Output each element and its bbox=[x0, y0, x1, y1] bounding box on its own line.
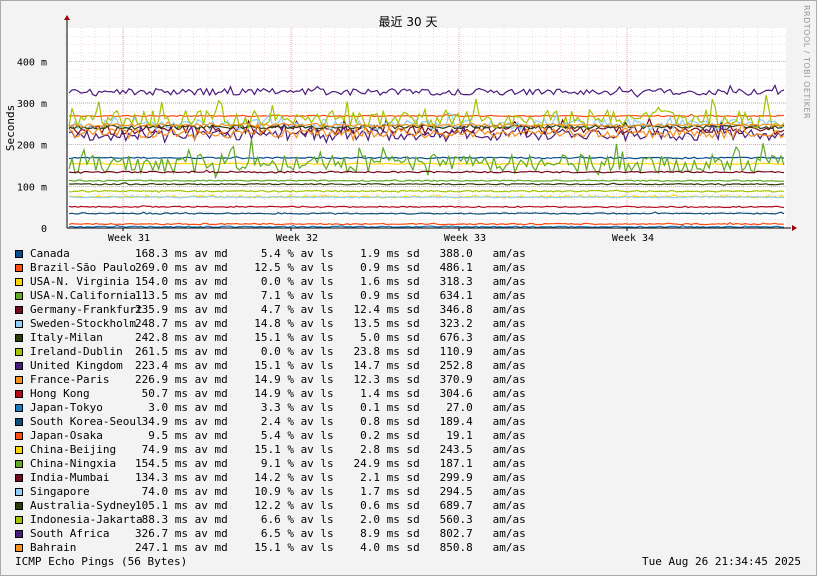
y-tick-label: 0 bbox=[41, 224, 47, 235]
legend-swatch bbox=[15, 306, 23, 314]
latency-chart: 0 100 m 200 m 300 m 400 m Week 31 Week 32 Week … bbox=[4, 15, 797, 244]
legend-series-name: Ireland-Dublin bbox=[30, 345, 123, 358]
y-axis-label: Seconds bbox=[4, 105, 17, 151]
legend-swatch bbox=[15, 334, 23, 342]
legend-series-stats: 235.9 ms av md 4.7 % av ls 12.4 ms sd 34… bbox=[135, 303, 526, 316]
legend-swatch bbox=[15, 292, 23, 300]
legend-series-name: Singapore bbox=[30, 485, 90, 498]
y-tick-label: 300 m bbox=[17, 99, 47, 110]
y-axis-arrow bbox=[64, 15, 70, 20]
legend-swatch bbox=[15, 348, 23, 356]
legend-swatch bbox=[15, 544, 23, 552]
legend-swatch bbox=[15, 390, 23, 398]
legend-series-name: USA-N.California bbox=[30, 289, 136, 302]
x-tick-label: Week 34 bbox=[612, 233, 654, 244]
y-tick-label: 200 m bbox=[17, 141, 47, 152]
y-tick-label: 400 m bbox=[17, 57, 47, 68]
footer-description: ICMP Echo Pings (56 Bytes) bbox=[15, 555, 188, 568]
legend-series-name: Germany-Frankfurt bbox=[30, 303, 143, 316]
legend-swatch bbox=[15, 264, 23, 272]
legend-swatch bbox=[15, 432, 23, 440]
legend-series-name: China-Ningxia bbox=[30, 457, 117, 470]
legend-series-stats: 248.7 ms av md 14.8 % av ls 13.5 ms sd 3… bbox=[135, 317, 526, 330]
legend-series-stats: 242.8 ms av md 15.1 % av ls 5.0 ms sd 67… bbox=[135, 331, 526, 344]
legend-swatch bbox=[15, 530, 23, 538]
legend-series-stats: 261.5 ms av md 0.0 % av ls 23.8 ms sd 11… bbox=[135, 345, 526, 358]
legend-swatch bbox=[15, 516, 23, 524]
legend-series-name: South Korea-Seoul bbox=[30, 415, 143, 428]
legend-series-name: Hong Kong bbox=[30, 387, 90, 400]
legend-swatch bbox=[15, 362, 23, 370]
legend-swatch bbox=[15, 474, 23, 482]
legend-series-stats: 34.9 ms av md 2.4 % av ls 0.8 ms sd 189.… bbox=[135, 415, 526, 428]
legend-swatch bbox=[15, 418, 23, 426]
legend-series-name: Sweden-Stockholm bbox=[30, 317, 136, 330]
x-tick-label: Week 32 bbox=[276, 233, 318, 244]
legend-swatch bbox=[15, 320, 23, 328]
legend-series-stats: 168.3 ms av md 5.4 % av ls 1.9 ms sd 388… bbox=[135, 247, 526, 260]
legend-series-stats: 226.9 ms av md 14.9 % av ls 12.3 ms sd 3… bbox=[135, 373, 526, 386]
legend-swatch bbox=[15, 488, 23, 496]
legend-series-name: Canada bbox=[30, 247, 70, 260]
legend-series-stats: 134.3 ms av md 14.2 % av ls 2.1 ms sd 29… bbox=[135, 471, 526, 484]
rrdtool-watermark: RRDTOOL / TOBI OETIKER bbox=[802, 5, 811, 120]
legend-series-stats: 50.7 ms av md 14.9 % av ls 1.4 ms sd 304… bbox=[135, 387, 526, 400]
legend-series-stats: 88.3 ms av md 6.6 % av ls 2.0 ms sd 560.… bbox=[135, 513, 526, 526]
legend-series-name: Italy-Milan bbox=[30, 331, 103, 344]
legend-series-stats: 105.1 ms av md 12.2 % av ls 0.6 ms sd 68… bbox=[135, 499, 526, 512]
legend-series-name: Indonesia-Jakarta bbox=[30, 513, 143, 526]
legend-swatch bbox=[15, 250, 23, 258]
legend-series-stats: 247.1 ms av md 15.1 % av ls 4.0 ms sd 85… bbox=[135, 541, 526, 554]
legend-series-name: India-Mumbai bbox=[30, 471, 110, 484]
legend-swatch bbox=[15, 502, 23, 510]
chart-title: 最近 30 天 bbox=[379, 15, 438, 29]
legend-swatch bbox=[15, 376, 23, 384]
legend-series-stats: 74.9 ms av md 15.1 % av ls 2.8 ms sd 243… bbox=[135, 443, 526, 456]
legend-series-name: Australia-Sydney bbox=[30, 499, 136, 512]
legend-series-stats: 326.7 ms av md 6.5 % av ls 8.9 ms sd 802… bbox=[135, 527, 526, 540]
legend-series-name: South Africa bbox=[30, 527, 110, 540]
x-axis-arrow bbox=[792, 225, 797, 231]
legend-series-name: Bahrain bbox=[30, 541, 77, 554]
legend-series-stats: 154.5 ms av md 9.1 % av ls 24.9 ms sd 18… bbox=[135, 457, 526, 470]
y-tick-label: 100 m bbox=[17, 182, 47, 193]
legend-series-name: France-Paris bbox=[30, 373, 110, 386]
legend-series-name: Brazil-São Paulo bbox=[30, 261, 136, 274]
legend-series-name: United Kingdom bbox=[30, 359, 123, 372]
legend-series-stats: 113.5 ms av md 7.1 % av ls 0.9 ms sd 634… bbox=[135, 289, 526, 302]
legend-swatch bbox=[15, 404, 23, 412]
x-tick-label: Week 31 bbox=[108, 233, 150, 244]
legend-series-stats: 223.4 ms av md 15.1 % av ls 14.7 ms sd 2… bbox=[135, 359, 526, 372]
x-tick-label: Week 33 bbox=[444, 233, 486, 244]
footer-timestamp: Tue Aug 26 21:34:45 2025 bbox=[642, 555, 801, 568]
legend-swatch bbox=[15, 278, 23, 286]
legend-series-stats: 154.0 ms av md 0.0 % av ls 1.6 ms sd 318… bbox=[135, 275, 526, 288]
legend-series-name: Japan-Osaka bbox=[30, 429, 103, 442]
legend-series-name: USA-N. Virginia bbox=[30, 275, 130, 288]
legend-series-stats: 269.0 ms av md 12.5 % av ls 0.9 ms sd 48… bbox=[135, 261, 526, 274]
legend-series-stats: 3.0 ms av md 3.3 % av ls 0.1 ms sd 27.0 … bbox=[135, 401, 526, 414]
legend-swatch bbox=[15, 446, 23, 454]
legend-swatch bbox=[15, 460, 23, 468]
legend-series-name: China-Beijing bbox=[30, 443, 117, 456]
legend-series-name: Japan-Tokyo bbox=[30, 401, 103, 414]
legend-series-stats: 9.5 ms av md 5.4 % av ls 0.2 ms sd 19.1 … bbox=[135, 429, 526, 442]
legend-series-stats: 74.0 ms av md 10.9 % av ls 1.7 ms sd 294… bbox=[135, 485, 526, 498]
